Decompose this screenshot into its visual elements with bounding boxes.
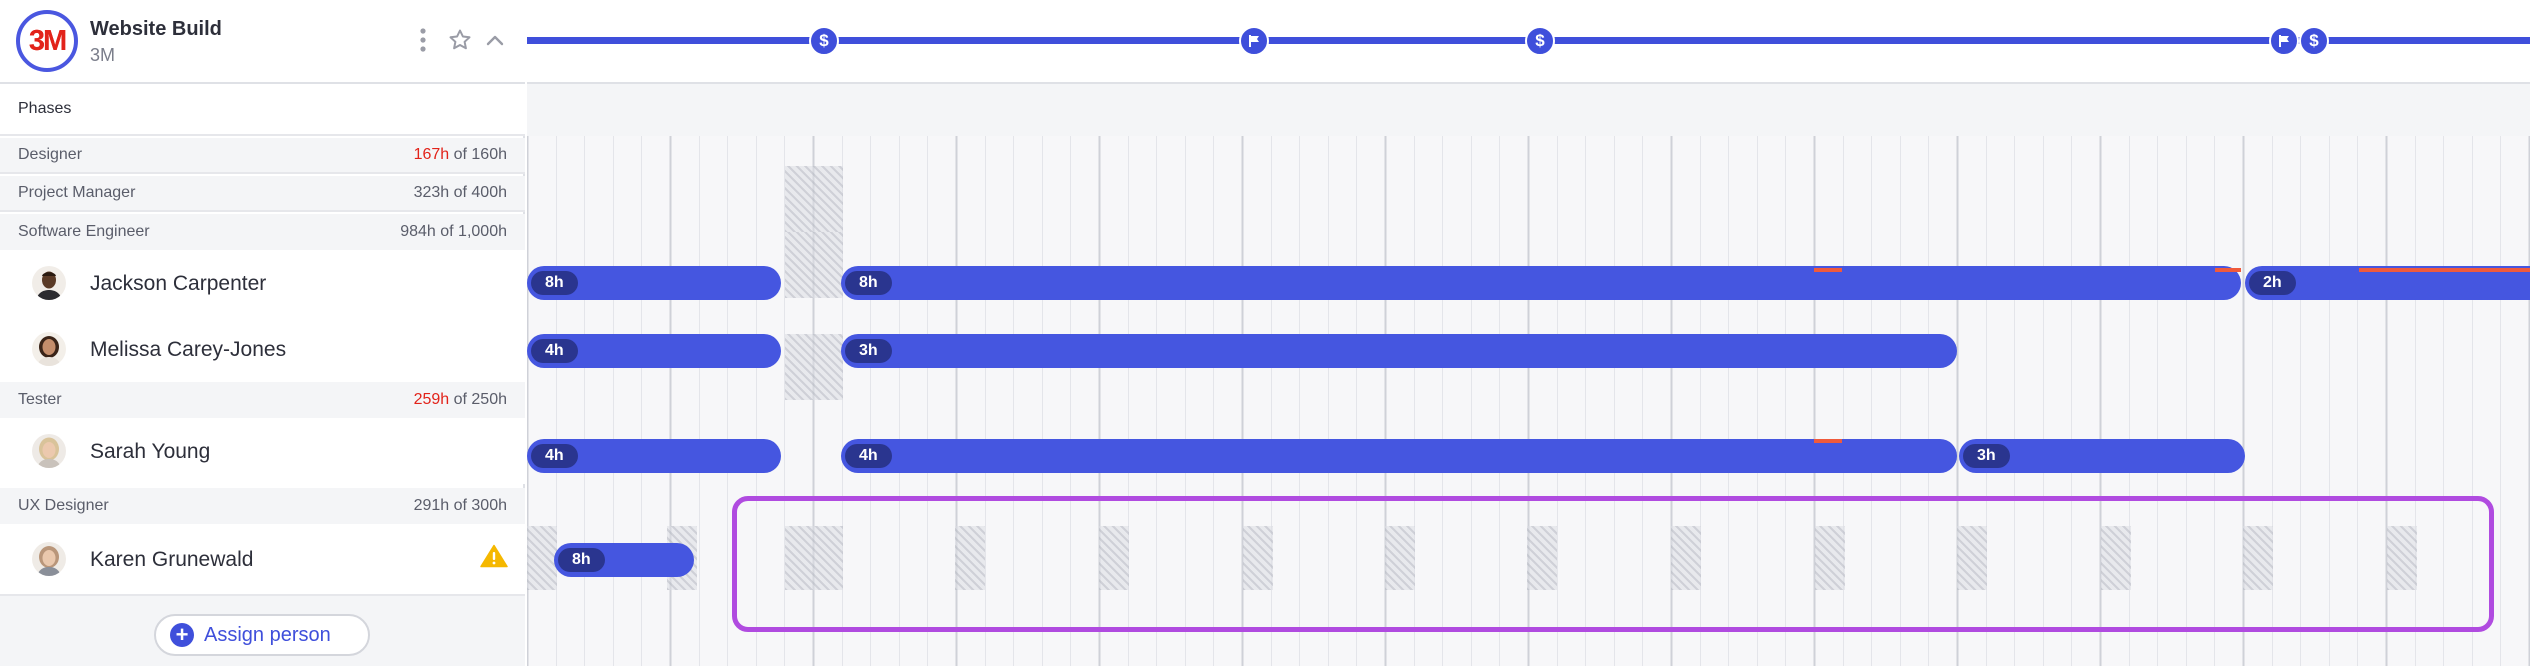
project-sidebar: 3M Website Build 3M Phases Designer 167h…	[0, 0, 525, 666]
role-hours-total: of 160h	[453, 146, 507, 163]
allocation-bar[interactable]: 8h	[841, 266, 2241, 300]
role-hours-total: of 400h	[453, 184, 507, 201]
role-hours-total: of 300h	[453, 497, 507, 514]
flag-icon[interactable]	[2269, 26, 2299, 56]
drag-selection-box[interactable]	[732, 496, 2494, 632]
allocation-bar[interactable]: 4h	[841, 439, 1957, 473]
person-row-karen-grunewald[interactable]: Karen Grunewald	[0, 524, 525, 594]
allocation-hours: 4h	[531, 339, 578, 363]
role-name: UX Designer	[18, 497, 109, 514]
role-hours-used: 259h	[413, 391, 450, 408]
role-hours-used: 291h	[413, 497, 450, 514]
role-hours-used: 167h	[413, 146, 450, 163]
role-name: Designer	[18, 146, 83, 163]
role-name: Tester	[18, 391, 62, 408]
role-hours: 984h of 1,000h	[400, 223, 507, 241]
overallocation-marker	[2215, 268, 2241, 272]
assign-person-button[interactable]: + Assign person	[154, 614, 370, 656]
person-name[interactable]: Jackson Carpenter	[90, 272, 266, 296]
person-row-sarah-young[interactable]: Sarah Young	[0, 418, 525, 484]
allocation-hours: 4h	[531, 444, 578, 468]
phases-label: Phases	[18, 100, 72, 117]
allocation-hours: 8h	[558, 548, 605, 572]
role-hours-used: 984h	[400, 223, 436, 240]
role-row-project-manager[interactable]: Project Manager 323h of 400h	[0, 176, 525, 212]
allocation-bar[interactable]: 4h	[527, 439, 781, 473]
flag-icon[interactable]	[1239, 26, 1269, 56]
allocation-hours: 8h	[531, 271, 578, 295]
avatar[interactable]	[32, 266, 66, 300]
role-hours: 259h of 250h	[414, 391, 507, 409]
milestone-track: $ $ $	[527, 0, 2530, 84]
avatar[interactable]	[32, 332, 66, 366]
client-logo-text: 3M	[28, 24, 67, 57]
role-hours-total: of 1,000h	[440, 223, 507, 240]
plus-icon: +	[170, 623, 194, 647]
role-hours-used: 323h	[413, 184, 450, 201]
phases-header: Phases	[0, 84, 525, 136]
kebab-menu-icon[interactable]	[409, 26, 437, 54]
role-hours: 291h of 300h	[414, 497, 507, 515]
person-row-melissa-carey-jones[interactable]: Melissa Carey-Jones	[0, 316, 525, 382]
dollar-icon[interactable]: $	[1525, 26, 1555, 56]
weekend-cell	[785, 166, 843, 232]
overallocation-marker	[1814, 268, 1842, 272]
person-name[interactable]: Sarah Young	[90, 440, 210, 464]
allocation-bar[interactable]: 8h	[554, 543, 694, 577]
role-hours-total: of 250h	[453, 391, 507, 408]
allocation-hours: 3h	[1963, 444, 2010, 468]
client-logo[interactable]: 3M	[16, 10, 78, 72]
weekend-cell	[785, 334, 843, 400]
person-row-jackson-carpenter[interactable]: Jackson Carpenter	[0, 250, 525, 316]
allocation-hours: 4h	[845, 444, 892, 468]
role-name: Project Manager	[18, 184, 136, 201]
avatar[interactable]	[32, 434, 66, 468]
phases-band	[527, 84, 2530, 136]
weekend-cell	[527, 526, 557, 590]
chevron-up-icon[interactable]	[481, 26, 509, 54]
person-name[interactable]: Melissa Carey-Jones	[90, 338, 286, 362]
role-row-designer[interactable]: Designer 167h of 160h	[0, 138, 525, 174]
dollar-icon[interactable]: $	[809, 26, 839, 56]
overallocation-marker	[1814, 439, 1842, 443]
allocation-bar[interactable]: 8h	[527, 266, 781, 300]
assign-person-label: Assign person	[204, 623, 331, 646]
warning-icon[interactable]	[480, 544, 508, 568]
project-title[interactable]: Website Build	[90, 18, 222, 41]
timeline-area[interactable]: $ $ $ 8h 8h 2h 4h 3h 4h 4h 3h 8h	[527, 0, 2530, 666]
assign-person-area: + Assign person	[0, 594, 525, 666]
allocation-bar[interactable]: 4h	[527, 334, 781, 368]
allocation-bar[interactable]: 3h	[1959, 439, 2245, 473]
role-row-ux-designer[interactable]: UX Designer 291h of 300h	[0, 488, 525, 524]
allocation-hours: 2h	[2249, 271, 2296, 295]
allocation-hours: 3h	[845, 339, 892, 363]
allocation-hours: 8h	[845, 271, 892, 295]
project-header: 3M Website Build 3M	[0, 0, 525, 84]
star-icon[interactable]	[446, 26, 474, 54]
role-row-software-engineer[interactable]: Software Engineer 984h of 1,000h	[0, 214, 525, 250]
weekend-cell	[785, 232, 843, 298]
allocation-bar[interactable]: 3h	[841, 334, 1957, 368]
role-name: Software Engineer	[18, 223, 150, 240]
role-hours: 323h of 400h	[414, 184, 507, 202]
dollar-icon[interactable]: $	[2299, 26, 2329, 56]
role-row-tester[interactable]: Tester 259h of 250h	[0, 382, 525, 418]
avatar[interactable]	[32, 542, 66, 576]
project-client: 3M	[90, 45, 116, 65]
overallocation-marker	[2359, 268, 2530, 272]
person-name[interactable]: Karen Grunewald	[90, 548, 253, 572]
role-hours: 167h of 160h	[414, 146, 507, 164]
